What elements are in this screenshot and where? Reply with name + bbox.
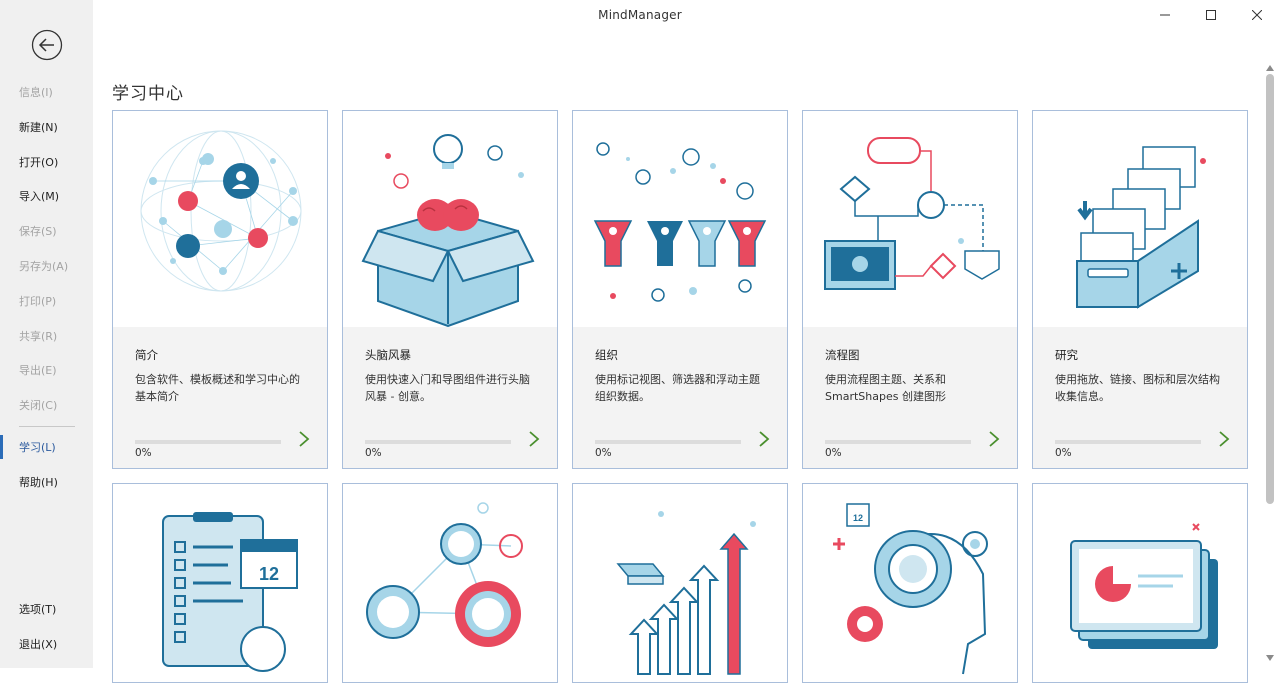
menu-item-options[interactable]: 选项(T): [0, 593, 93, 628]
card-description: 使用快速入门和导图组件进行头脑风暴 - 创意。: [365, 373, 530, 403]
card-title: 流程图: [825, 348, 860, 362]
menu-item-save-as[interactable]: 另存为(A): [0, 250, 93, 285]
card-title: 简介: [135, 348, 158, 362]
gear-head-icon: 12: [803, 484, 1017, 682]
back-arrow-icon: [31, 29, 63, 61]
progress-label: 0%: [365, 447, 382, 459]
growth-arrows-icon: [573, 484, 787, 682]
backstage-menu: 信息(I) 新建(N) 打开(O) 导入(M) 保存(S) 另存为(A) 打印(…: [0, 76, 93, 501]
progress-bar: [365, 440, 511, 444]
menu-divider: [19, 425, 75, 427]
card-description: 使用标记视图、筛选器和浮动主题组织数据。: [595, 373, 760, 403]
course-card-brainstorm[interactable]: 头脑风暴 使用快速入门和导图组件进行头脑风暴 - 创意。 0%: [342, 110, 558, 469]
backstage-menu-bottom: 选项(T) 退出(X): [0, 593, 93, 663]
progress-bar: [595, 440, 741, 444]
flowchart-icon: [803, 111, 1017, 327]
menu-item-export[interactable]: 导出(E): [0, 354, 93, 389]
course-card-intro[interactable]: 简介 包含软件、模板概述和学习中心的基本简介 0%: [112, 110, 328, 469]
course-card-research[interactable]: 研究 使用拖放、链接、图标和层次结构收集信息。 0%: [1032, 110, 1248, 469]
menu-item-info[interactable]: 信息(I): [0, 76, 93, 111]
chevron-right-icon[interactable]: [297, 430, 311, 448]
calendar-day: 12: [853, 513, 863, 523]
calendar-day: 12: [259, 564, 279, 584]
globe-network-icon: [113, 111, 327, 327]
card-title: 研究: [1055, 348, 1078, 362]
progress-bar: [1055, 440, 1201, 444]
card-title: 组织: [595, 348, 618, 362]
presentation-slides-icon: [1033, 484, 1247, 682]
card-description: 使用流程图主题、关系和 SmartShapes 创建图形: [825, 373, 946, 403]
menu-item-learn[interactable]: 学习(L): [0, 431, 93, 466]
funnels-icon: [573, 111, 787, 327]
scroll-down-icon[interactable]: [1265, 654, 1275, 662]
course-card-organize[interactable]: 组织 使用标记视图、筛选器和浮动主题组织数据。 0%: [572, 110, 788, 469]
progress-label: 0%: [825, 447, 842, 459]
maximize-button[interactable]: [1188, 0, 1234, 30]
progress-bar: [825, 440, 971, 444]
backstage-sidebar: 信息(I) 新建(N) 打开(O) 导入(M) 保存(S) 另存为(A) 打印(…: [0, 0, 93, 668]
progress-bar: [135, 440, 281, 444]
people-network-icon: [343, 484, 557, 682]
card-info: 头脑风暴 使用快速入门和导图组件进行头脑风暴 - 创意。 0%: [343, 327, 557, 468]
close-icon: [1252, 10, 1262, 20]
card-info: 研究 使用拖放、链接、图标和层次结构收集信息。 0%: [1033, 327, 1247, 468]
progress-label: 0%: [1055, 447, 1072, 459]
menu-item-help[interactable]: 帮助(H): [0, 466, 93, 501]
chevron-right-icon[interactable]: [757, 430, 771, 448]
progress-label: 0%: [595, 447, 612, 459]
course-card-flowchart[interactable]: 流程图 使用流程图主题、关系和 SmartShapes 创建图形 0%: [802, 110, 1018, 469]
minimize-button[interactable]: [1142, 0, 1188, 30]
menu-item-close[interactable]: 关闭(C): [0, 389, 93, 424]
page-title: 学习中心: [112, 84, 184, 104]
card-description: 使用拖放、链接、图标和层次结构收集信息。: [1055, 373, 1220, 403]
course-card[interactable]: [1032, 483, 1248, 683]
course-card[interactable]: [342, 483, 558, 683]
learning-center-panel: 学习中心 简介 包含软件、模板概述和学习中心的基本简介 0% 头脑风暴 使用快速…: [93, 62, 1280, 683]
file-box-icon: [1033, 111, 1247, 327]
course-card[interactable]: 12: [802, 483, 1018, 683]
app-title: MindManager: [598, 8, 682, 22]
chevron-right-icon[interactable]: [1217, 430, 1231, 448]
back-button[interactable]: [31, 29, 63, 61]
menu-item-import[interactable]: 导入(M): [0, 180, 93, 215]
chevron-right-icon[interactable]: [987, 430, 1001, 448]
card-info: 流程图 使用流程图主题、关系和 SmartShapes 创建图形 0%: [803, 327, 1017, 468]
card-info: 简介 包含软件、模板概述和学习中心的基本简介 0%: [113, 327, 327, 468]
menu-item-new[interactable]: 新建(N): [0, 111, 93, 146]
vertical-scrollbar[interactable]: [1266, 74, 1274, 504]
menu-item-share[interactable]: 共享(R): [0, 320, 93, 355]
title-bar: MindManager: [0, 0, 1280, 30]
card-info: 组织 使用标记视图、筛选器和浮动主题组织数据。 0%: [573, 327, 787, 468]
scroll-up-icon[interactable]: [1265, 64, 1275, 72]
progress-label: 0%: [135, 447, 152, 459]
clipboard-calendar-icon: 12: [113, 484, 327, 682]
menu-item-exit[interactable]: 退出(X): [0, 628, 93, 663]
minimize-icon: [1160, 14, 1170, 16]
menu-item-open[interactable]: 打开(O): [0, 146, 93, 181]
course-card[interactable]: [572, 483, 788, 683]
card-title: 头脑风暴: [365, 348, 411, 362]
card-description: 包含软件、模板概述和学习中心的基本简介: [135, 373, 300, 403]
window-controls: [1142, 0, 1280, 30]
brain-box-icon: [343, 111, 557, 328]
course-card[interactable]: 12: [112, 483, 328, 683]
close-button[interactable]: [1234, 0, 1280, 30]
menu-item-save[interactable]: 保存(S): [0, 215, 93, 250]
maximize-icon: [1206, 10, 1216, 20]
menu-item-print[interactable]: 打印(P): [0, 285, 93, 320]
chevron-right-icon[interactable]: [527, 430, 541, 448]
